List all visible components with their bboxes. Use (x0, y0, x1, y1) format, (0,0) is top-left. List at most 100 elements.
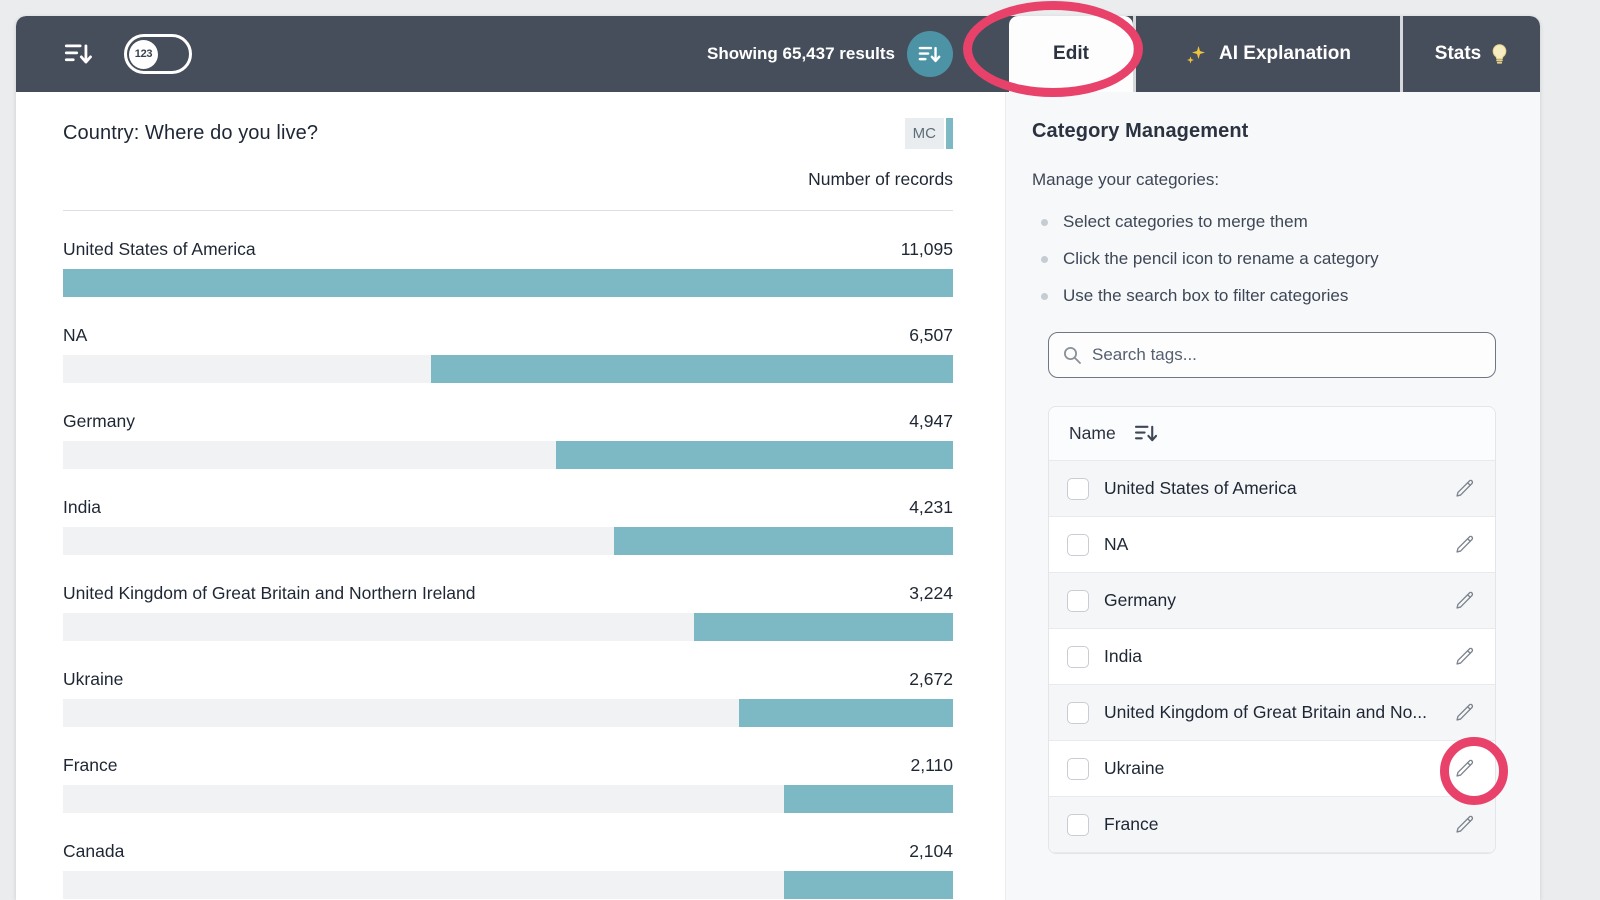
bar-track[interactable] (63, 355, 953, 383)
category-row[interactable]: India (1049, 629, 1495, 685)
category-name: United Kingdom of Great Britain and No..… (1104, 702, 1450, 723)
bar-track[interactable] (63, 269, 953, 297)
panel-title: Category Management (1032, 120, 1496, 143)
search-input[interactable] (1092, 345, 1482, 365)
bar-fill (431, 355, 953, 383)
rename-pencil-button[interactable] (1450, 642, 1479, 671)
sort-results-button[interactable] (907, 31, 953, 77)
bar-fill (63, 269, 953, 297)
instruction-bullet: Click the pencil icon to rename a catego… (1032, 249, 1496, 269)
category-row[interactable]: Germany (1049, 573, 1495, 629)
rename-pencil-button[interactable] (1450, 754, 1479, 783)
badge-text: MC (905, 118, 944, 149)
column-header: Number of records (63, 169, 953, 190)
divider (63, 210, 953, 211)
chart-row: France 2,110 (63, 755, 953, 813)
tab-stats-label: Stats (1435, 43, 1481, 65)
category-name: France (1104, 814, 1450, 835)
app-card: 123 Showing 65,437 results Edit (16, 16, 1540, 900)
category-name: Ukraine (1104, 758, 1450, 779)
pencil-icon (1454, 478, 1475, 499)
search-icon (1062, 345, 1082, 365)
pencil-icon (1454, 590, 1475, 611)
category-checkbox[interactable] (1067, 534, 1089, 556)
category-list-header: Name (1049, 407, 1495, 461)
lightbulb-icon (1491, 43, 1508, 65)
bullet-dot (1041, 256, 1048, 263)
value-label: 11,095 (901, 239, 953, 260)
pencil-icon (1454, 814, 1475, 835)
bar-track[interactable] (63, 527, 953, 555)
results-count: Showing 65,437 results (707, 44, 895, 64)
bar-fill (784, 871, 953, 899)
instruction-list: Select categories to merge them Click the… (1032, 212, 1496, 306)
category-name: NA (1104, 534, 1450, 555)
bar-fill (556, 441, 953, 469)
value-label: 2,672 (909, 669, 953, 690)
chart-row: United States of America 11,095 (63, 239, 953, 297)
bullet-text: Use the search box to filter categories (1063, 286, 1348, 306)
rename-pencil-button[interactable] (1450, 530, 1479, 559)
instruction-bullet: Use the search box to filter categories (1032, 286, 1496, 306)
pencil-icon (1454, 646, 1475, 667)
bullet-text: Select categories to merge them (1063, 212, 1308, 232)
sort-descending-icon[interactable] (64, 41, 94, 67)
rename-pencil-button[interactable] (1450, 586, 1479, 615)
bar-fill (739, 699, 953, 727)
bar-fill (614, 527, 953, 555)
numeric-display-toggle[interactable]: 123 (124, 34, 192, 74)
category-row[interactable]: NA (1049, 517, 1495, 573)
bar-fill (784, 785, 953, 813)
tab-edit[interactable]: Edit (1009, 16, 1133, 92)
category-checkbox[interactable] (1067, 478, 1089, 500)
bar-track[interactable] (63, 871, 953, 899)
category-checkbox[interactable] (1067, 646, 1089, 668)
pencil-icon (1454, 702, 1475, 723)
bar-track[interactable] (63, 785, 953, 813)
chart-section: Country: Where do you live? MC Number of… (16, 92, 1005, 900)
category-label: United States of America (63, 239, 256, 260)
bullet-dot (1041, 293, 1048, 300)
value-label: 4,947 (909, 411, 953, 432)
category-name: United States of America (1104, 478, 1450, 499)
category-checkbox[interactable] (1067, 758, 1089, 780)
pencil-icon (1454, 758, 1475, 779)
category-name: India (1104, 646, 1450, 667)
category-label: Canada (63, 841, 124, 862)
chart-title: Country: Where do you live? (63, 122, 318, 145)
bar-track[interactable] (63, 441, 953, 469)
toggle-label: 123 (135, 48, 152, 60)
chart-row: Canada2,104 (63, 841, 953, 899)
pencil-icon (1454, 534, 1475, 555)
rename-pencil-button[interactable] (1450, 810, 1479, 839)
bar-chart: United States of America11,095NA6,507Ger… (63, 239, 953, 899)
bar-fill (694, 613, 953, 641)
chart-row: India4,231 (63, 497, 953, 555)
bar-track[interactable] (63, 613, 953, 641)
tab-stats[interactable]: Stats (1403, 16, 1540, 92)
category-row[interactable]: France (1049, 797, 1495, 853)
rename-pencil-button[interactable] (1450, 698, 1479, 727)
value-label: 2,110 (911, 755, 954, 776)
category-row[interactable]: United Kingdom of Great Britain and No..… (1049, 685, 1495, 741)
category-label: France (63, 755, 117, 776)
name-column-header: Name (1069, 423, 1116, 444)
search-box (1048, 332, 1496, 378)
bar-track[interactable] (63, 699, 953, 727)
category-label: NA (63, 325, 87, 346)
panel-intro: Manage your categories: (1032, 170, 1496, 190)
category-checkbox[interactable] (1067, 590, 1089, 612)
tab-bar: Edit AI Explanation Stats (1009, 16, 1540, 92)
value-label: 3,224 (909, 583, 953, 604)
category-checkbox[interactable] (1067, 702, 1089, 724)
sort-descending-icon[interactable] (1134, 423, 1159, 444)
tab-ai-label: AI Explanation (1219, 43, 1351, 65)
category-label: Ukraine (63, 669, 123, 690)
tab-ai-explanation[interactable]: AI Explanation (1136, 16, 1400, 92)
category-row[interactable]: Ukraine (1049, 741, 1495, 797)
tab-edit-label: Edit (1053, 43, 1089, 65)
category-checkbox[interactable] (1067, 814, 1089, 836)
category-list: Name United States of America NA Germany In… (1048, 406, 1496, 854)
rename-pencil-button[interactable] (1450, 474, 1479, 503)
category-row[interactable]: United States of America (1049, 461, 1495, 517)
